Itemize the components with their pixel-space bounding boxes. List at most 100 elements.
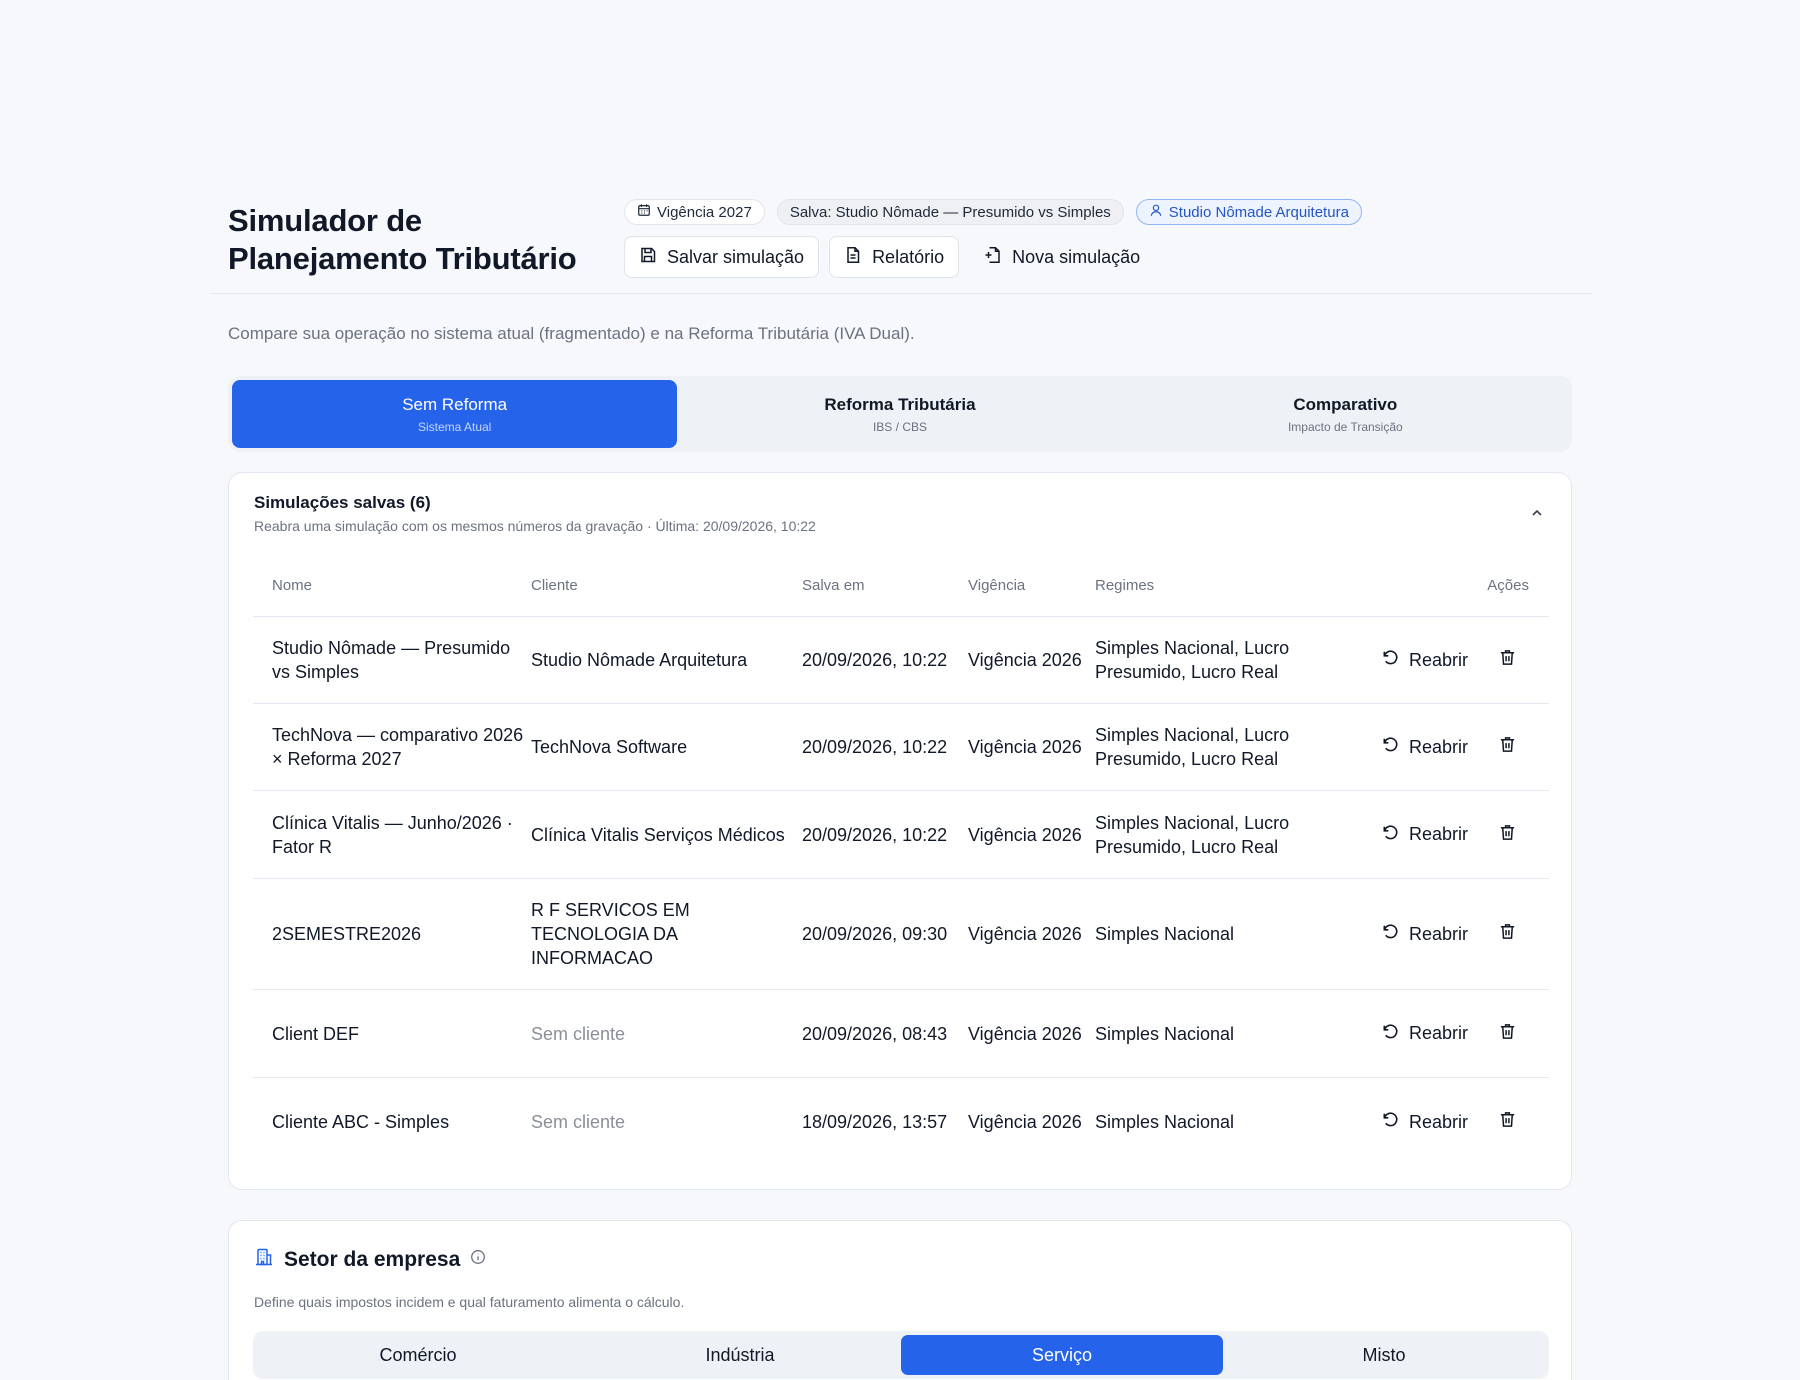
building-icon bbox=[254, 1247, 274, 1272]
reopen-button[interactable]: Reabrir bbox=[1381, 1022, 1468, 1046]
report-button[interactable]: Relatório bbox=[829, 236, 960, 278]
rotate-ccw-icon bbox=[1381, 648, 1400, 672]
row-vigencia: Vigência 2026 bbox=[968, 824, 1082, 845]
info-icon[interactable] bbox=[470, 1249, 486, 1270]
row-vigencia: Vigência 2026 bbox=[968, 1112, 1082, 1132]
reopen-label: Reabrir bbox=[1408, 736, 1468, 757]
reopen-label: Reabrir bbox=[1408, 1023, 1468, 1043]
report-label: Relatório bbox=[872, 246, 945, 267]
reopen-button[interactable]: Reabrir bbox=[1381, 648, 1468, 672]
row-actions: Reabrir bbox=[1349, 1110, 1549, 1134]
column-header-saved-at: Salva em bbox=[802, 577, 865, 594]
table-row: TechNova — comparativo 2026 × Reforma 20… bbox=[253, 704, 1549, 791]
rotate-ccw-icon bbox=[1381, 922, 1400, 946]
saved-simulations-card: Simulações salvas (6) Reabra uma simulaç… bbox=[228, 472, 1572, 1190]
column-header-name: Nome bbox=[272, 577, 313, 594]
row-name: 2SEMESTRE2026 bbox=[272, 924, 422, 944]
page-subtitle: Compare sua operação no sistema atual (f… bbox=[228, 324, 915, 343]
sector-option-comercio[interactable]: Comércio bbox=[257, 1335, 579, 1375]
saved-simulation-chip-label: Salva: Studio Nômade — Presumido vs Simp… bbox=[789, 203, 1111, 221]
reopen-button[interactable]: Reabrir bbox=[1381, 1110, 1468, 1134]
table-row: Cliente ABC - Simples Sem cliente 18/09/… bbox=[253, 1078, 1549, 1166]
row-name: Clínica Vitalis — Junho/2026 · Fator R bbox=[272, 812, 513, 857]
header-actions: Salvar simulação Relatório Nova simulaçã… bbox=[624, 236, 1155, 278]
row-client: R F SERVICOS EM TECNOLOGIA DA INFORMACAO bbox=[531, 900, 690, 968]
row-saved-at: 18/09/2026, 13:57 bbox=[802, 1112, 948, 1132]
row-regimes: Simples Nacional, Lucro Presumido, Lucro… bbox=[1095, 725, 1290, 769]
delete-button[interactable] bbox=[1498, 648, 1517, 672]
row-vigencia: Vigência 2026 bbox=[968, 924, 1082, 944]
reopen-button[interactable]: Reabrir bbox=[1381, 922, 1468, 946]
row-vigencia: Vigência 2026 bbox=[968, 650, 1082, 670]
rotate-ccw-icon bbox=[1381, 1110, 1400, 1134]
reopen-button[interactable]: Reabrir bbox=[1381, 735, 1468, 759]
trash-icon bbox=[1498, 1022, 1517, 1046]
row-saved-at: 20/09/2026, 10:22 bbox=[802, 737, 948, 757]
delete-button[interactable] bbox=[1498, 823, 1517, 847]
tab-comparativo[interactable]: Comparativo Impacto de Transição bbox=[1123, 380, 1568, 448]
sector-option-servico[interactable]: Serviço bbox=[901, 1335, 1223, 1375]
row-name: TechNova — comparativo 2026 × Reforma 20… bbox=[272, 725, 524, 769]
save-simulation-button[interactable]: Salvar simulação bbox=[624, 236, 820, 278]
sector-title: Setor da empresa bbox=[284, 1247, 461, 1271]
tab-reforma-tributaria[interactable]: Reforma Tributária IBS / CBS bbox=[677, 380, 1122, 448]
file-plus-icon bbox=[984, 246, 1002, 269]
row-vigencia: Vigência 2026 bbox=[968, 737, 1082, 757]
client-chip[interactable]: Studio Nômade Arquitetura bbox=[1135, 199, 1362, 225]
tab-sublabel: Impacto de Transição bbox=[1287, 419, 1403, 434]
delete-button[interactable] bbox=[1498, 735, 1517, 759]
trash-icon bbox=[1498, 735, 1517, 759]
row-saved-at: 20/09/2026, 10:22 bbox=[802, 650, 948, 670]
row-regimes: Simples Nacional bbox=[1095, 1023, 1235, 1044]
rotate-ccw-icon bbox=[1381, 735, 1400, 759]
tab-sem-reforma[interactable]: Sem Reforma Sistema Atual bbox=[232, 380, 678, 448]
rotate-ccw-icon bbox=[1381, 823, 1400, 847]
row-regimes: Simples Nacional bbox=[1095, 1112, 1235, 1132]
table-header: Nome Cliente Salva em Vigência Regimes A… bbox=[253, 555, 1549, 617]
tab-sublabel: Sistema Atual bbox=[417, 419, 492, 434]
saved-simulation-chip: Salva: Studio Nômade — Presumido vs Simp… bbox=[776, 199, 1124, 225]
column-header-vigencia: Vigência bbox=[968, 577, 1026, 594]
saved-simulations-subtitle: Reabra uma simulação com os mesmos númer… bbox=[254, 518, 816, 534]
table-row: Studio Nômade — Presumido vs Simples Stu… bbox=[253, 617, 1549, 704]
vigencia-chip-label: Vigência 2027 bbox=[657, 203, 752, 221]
rotate-ccw-icon bbox=[1381, 1022, 1400, 1046]
row-actions: Reabrir bbox=[1349, 1022, 1549, 1046]
row-saved-at: 20/09/2026, 09:30 bbox=[802, 924, 948, 944]
page-header: Simulador de Planejamento Tributário Vig… bbox=[210, 190, 1592, 294]
tab-label: Reforma Tributária bbox=[824, 394, 976, 414]
new-simulation-label: Nova simulação bbox=[1012, 246, 1141, 267]
row-vigencia: Vigência 2026 bbox=[968, 1023, 1082, 1044]
calendar-icon bbox=[637, 203, 651, 221]
sector-option-industria[interactable]: Indústria bbox=[579, 1335, 901, 1375]
trash-icon bbox=[1498, 922, 1517, 946]
reopen-button[interactable]: Reabrir bbox=[1381, 823, 1468, 847]
row-client: Clínica Vitalis Serviços Médicos bbox=[531, 824, 785, 845]
sector-header: Setor da empresa bbox=[254, 1247, 486, 1272]
reopen-label: Reabrir bbox=[1408, 1111, 1468, 1132]
row-actions: Reabrir bbox=[1349, 922, 1549, 946]
table-row: 2SEMESTRE2026 R F SERVICOS EM TECNOLOGIA… bbox=[253, 879, 1549, 990]
column-header-actions: Ações bbox=[1487, 577, 1529, 594]
chevron-up-icon bbox=[1529, 505, 1545, 526]
saved-simulations-table: Nome Cliente Salva em Vigência Regimes A… bbox=[253, 555, 1549, 1166]
row-name: Studio Nômade — Presumido vs Simples bbox=[272, 638, 511, 682]
row-client: Studio Nômade Arquitetura bbox=[531, 650, 748, 670]
reopen-label: Reabrir bbox=[1408, 923, 1468, 944]
sector-option-misto[interactable]: Misto bbox=[1223, 1335, 1545, 1375]
new-simulation-button[interactable]: Nova simulação bbox=[969, 236, 1155, 278]
row-actions: Reabrir bbox=[1349, 735, 1549, 759]
user-icon bbox=[1149, 203, 1163, 221]
row-regimes: Simples Nacional, Lucro Presumido, Lucro… bbox=[1095, 638, 1290, 682]
delete-button[interactable] bbox=[1498, 1110, 1517, 1134]
delete-button[interactable] bbox=[1498, 1022, 1517, 1046]
row-saved-at: 20/09/2026, 10:22 bbox=[802, 824, 948, 845]
collapse-button[interactable] bbox=[1525, 503, 1549, 527]
save-icon bbox=[639, 246, 657, 269]
sector-selector: Comércio Indústria Serviço Misto bbox=[253, 1331, 1549, 1379]
trash-icon bbox=[1498, 823, 1517, 847]
delete-button[interactable] bbox=[1498, 922, 1517, 946]
row-client: Sem cliente bbox=[531, 1112, 626, 1132]
row-name: Client DEF bbox=[272, 1023, 360, 1044]
document-icon bbox=[844, 246, 862, 269]
